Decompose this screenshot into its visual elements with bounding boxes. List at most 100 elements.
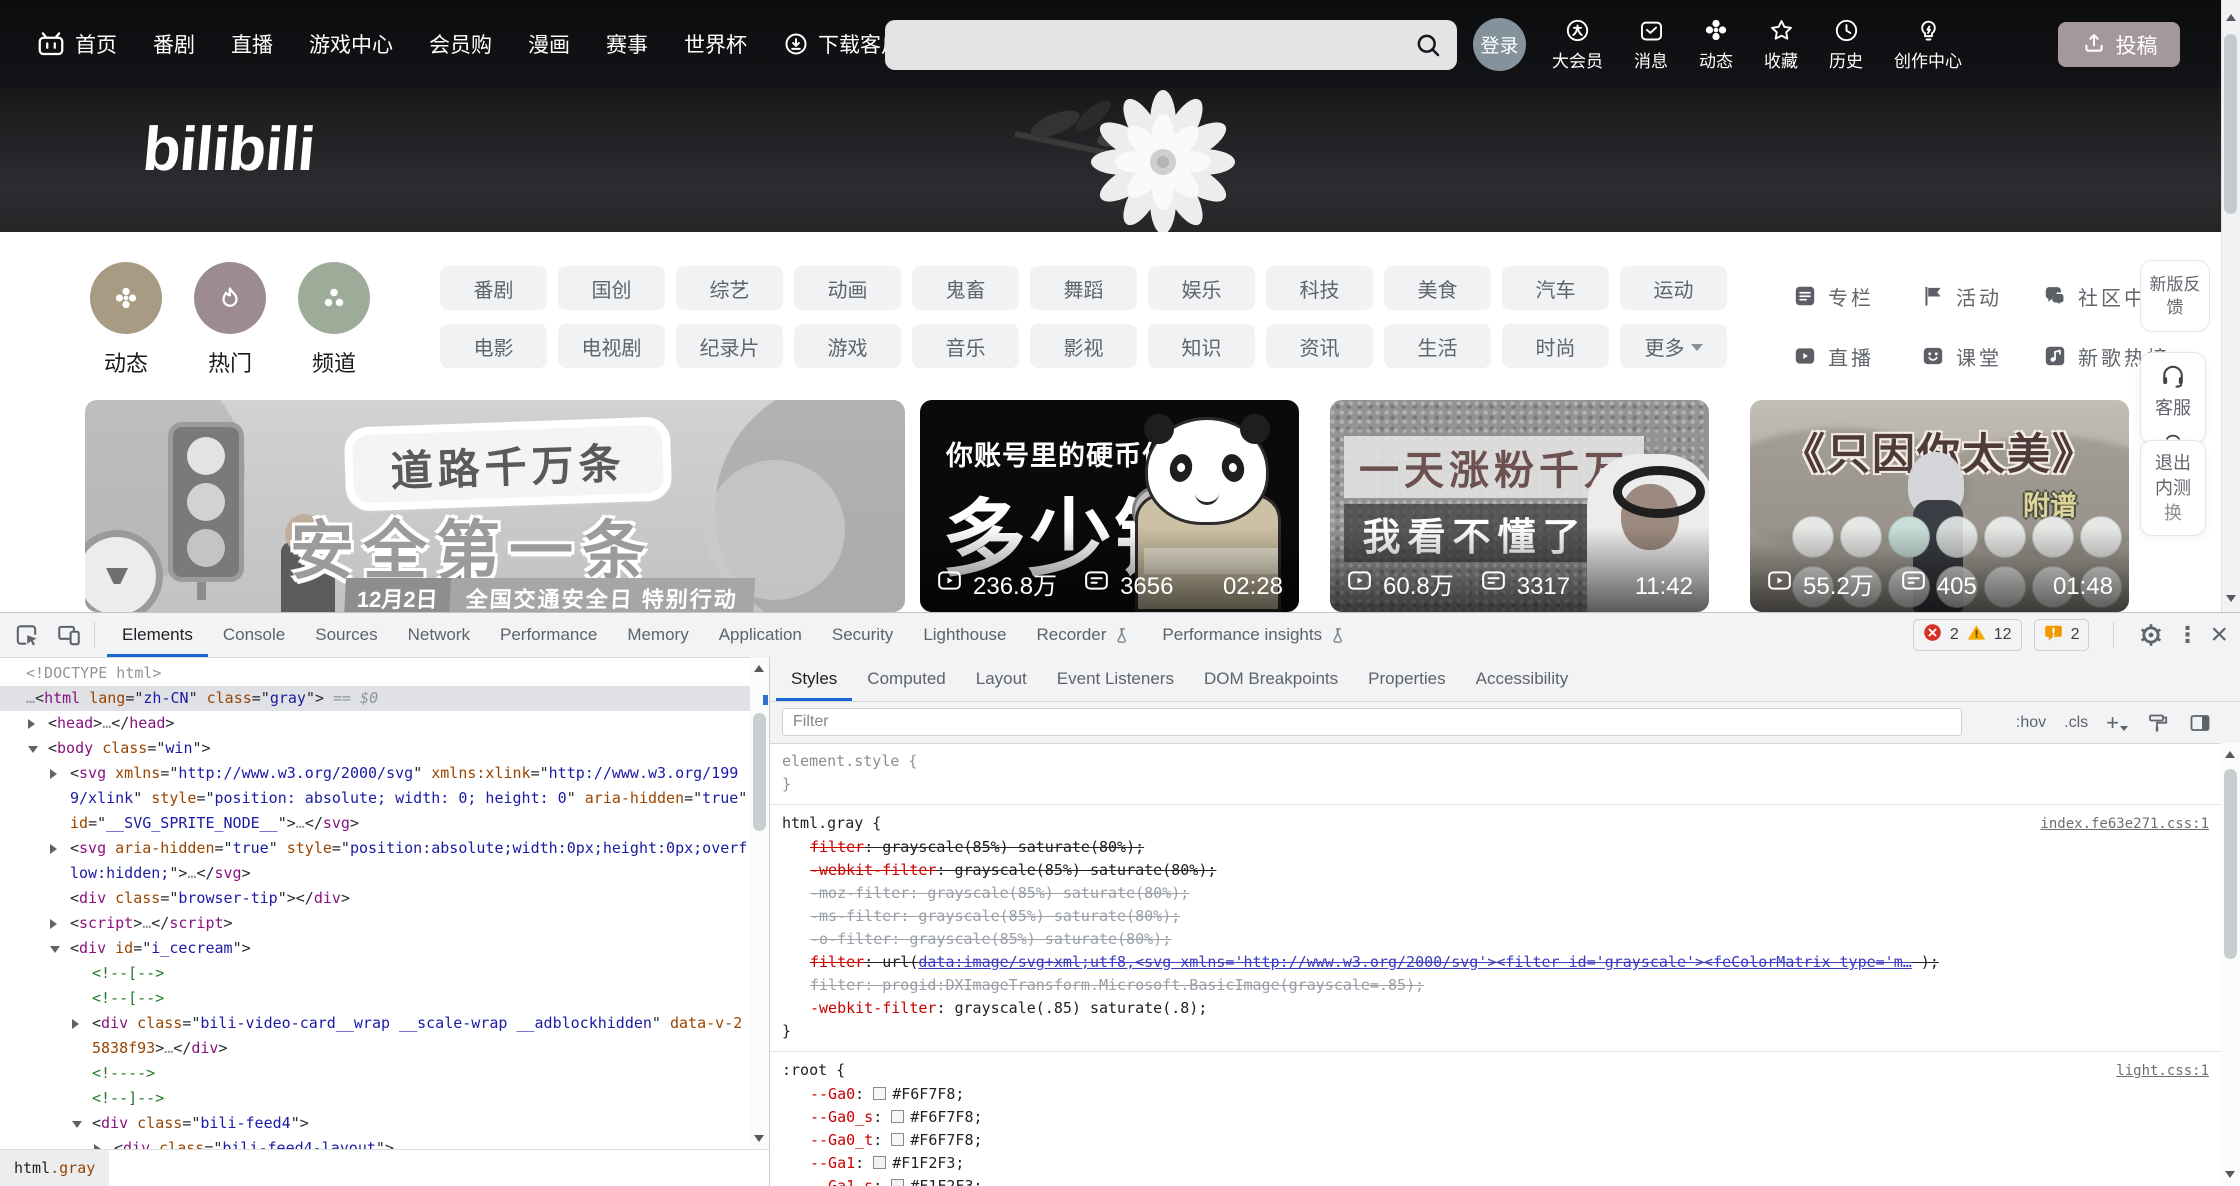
customer-service-button[interactable]: 客服 <box>2140 352 2206 444</box>
category-button-知识[interactable]: 知识 <box>1148 324 1255 368</box>
stylesheet-link[interactable]: light.css:1 <box>2116 1060 2209 1083</box>
scroll-down-icon[interactable] <box>2226 595 2236 602</box>
channel-动态[interactable]: 动态 <box>88 262 164 378</box>
scroll-up-icon[interactable] <box>2225 751 2235 758</box>
category-button-影视[interactable]: 影视 <box>1030 324 1137 368</box>
nav-action-创作中心[interactable]: 创作中心 <box>1894 17 1962 72</box>
dom-tree-node[interactable]: <div class="bili-feed4-layout"> <box>0 1136 750 1149</box>
css-declaration[interactable]: --Ga1: #F1F2F3; <box>782 1152 2209 1175</box>
tab-recorder[interactable]: Recorder <box>1022 613 1148 657</box>
styles-filter-input[interactable] <box>782 708 1962 736</box>
category-button-美食[interactable]: 美食 <box>1384 266 1491 310</box>
site-banner[interactable]: bilibili <box>0 88 2240 232</box>
dom-tree-node[interactable]: <!--[--> <box>0 961 750 986</box>
dom-tree-node[interactable]: <div class="bili-video-card__wrap __scal… <box>0 1011 750 1061</box>
category-button-国创[interactable]: 国创 <box>558 266 665 310</box>
category-button-鬼畜[interactable]: 鬼畜 <box>912 266 1019 310</box>
category-button-电视剧[interactable]: 电视剧 <box>558 324 665 368</box>
dom-tree-node[interactable]: <head>…</head> <box>0 711 750 736</box>
dom-tree-node[interactable]: <div class="browser-tip"></div> <box>0 886 750 911</box>
breadcrumb-item-html[interactable]: html.gray <box>0 1150 109 1186</box>
tab-lighthouse[interactable]: Lighthouse <box>908 613 1021 657</box>
page-scrollbar[interactable] <box>2221 0 2240 612</box>
color-swatch[interactable] <box>891 1179 904 1186</box>
category-button-运动[interactable]: 运动 <box>1620 266 1727 310</box>
dom-tree-node[interactable]: <!--]--> <box>0 1086 750 1111</box>
nav-action-收藏[interactable]: 收藏 <box>1764 17 1798 72</box>
issues-badge[interactable]: 2 <box>2034 619 2090 651</box>
category-button-时尚[interactable]: 时尚 <box>1502 324 1609 368</box>
nav-item-首页[interactable]: 首页 <box>36 29 117 59</box>
dom-tree-node[interactable]: <!----> <box>0 1061 750 1086</box>
quick-link-直播[interactable]: 直播 <box>1792 326 1920 386</box>
dom-tree-node[interactable]: <script>…</script> <box>0 911 750 936</box>
inspect-element-icon[interactable] <box>14 622 40 648</box>
expand-arrow-icon[interactable] <box>50 919 57 929</box>
tab-event-listeners[interactable]: Event Listeners <box>1042 657 1189 701</box>
tab-application[interactable]: Application <box>704 613 817 657</box>
expand-arrow-icon[interactable] <box>28 719 35 729</box>
collapse-arrow-icon[interactable] <box>50 946 60 953</box>
nav-action-消息[interactable]: 消息 <box>1634 17 1668 72</box>
scroll-up-icon[interactable] <box>754 665 764 672</box>
video-card[interactable]: 一天涨粉千万 我看不懂了 60.8万 3317 11:42 <box>1330 400 1709 612</box>
exit-beta-button[interactable]: 退出 内测 换 <box>2140 440 2206 536</box>
tab-properties[interactable]: Properties <box>1353 657 1460 701</box>
color-swatch[interactable] <box>891 1133 904 1146</box>
nav-item-会员购[interactable]: 会员购 <box>429 29 492 59</box>
tab-computed[interactable]: Computed <box>852 657 960 701</box>
category-button-更多[interactable]: 更多 <box>1620 324 1727 368</box>
category-button-电影[interactable]: 电影 <box>440 324 547 368</box>
nav-action-大会员[interactable]: 大会员 <box>1552 17 1603 72</box>
channel-热门[interactable]: 热门 <box>192 262 268 378</box>
nav-item-漫画[interactable]: 漫画 <box>528 29 570 59</box>
device-toolbar-icon[interactable] <box>56 622 82 648</box>
dom-tree-node[interactable]: <div class="bili-feed4"> <box>0 1111 750 1136</box>
collapse-arrow-icon[interactable] <box>28 746 38 753</box>
nav-item-世界杯[interactable]: 世界杯 <box>684 29 747 59</box>
rule-selector[interactable]: html.gray { <box>782 812 881 835</box>
expand-arrow-icon[interactable] <box>50 844 57 854</box>
color-swatch[interactable] <box>873 1156 886 1169</box>
category-button-番剧[interactable]: 番剧 <box>440 266 547 310</box>
category-button-舞蹈[interactable]: 舞蹈 <box>1030 266 1137 310</box>
category-button-资讯[interactable]: 资讯 <box>1266 324 1373 368</box>
css-declaration[interactable]: --Ga0_t: #F6F7F8; <box>782 1129 2209 1152</box>
category-button-综艺[interactable]: 综艺 <box>676 266 783 310</box>
scroll-up-icon[interactable] <box>2226 14 2236 21</box>
sidebar-position-icon[interactable] <box>2188 711 2212 735</box>
css-declaration[interactable]: filter: progid:DXImageTransform.Microsof… <box>782 974 2209 997</box>
quick-link-活动[interactable]: 活动 <box>1920 266 2042 326</box>
tab-sources[interactable]: Sources <box>300 613 392 657</box>
data-uri-link[interactable]: data:image/svg+xml;utf8,<svg xmlns='http… <box>918 953 1911 971</box>
dom-tree-node[interactable]: <body class="win"> <box>0 736 750 761</box>
upload-button[interactable]: 投稿 <box>2058 22 2180 67</box>
feedback-button[interactable]: 新版反馈 <box>2140 260 2210 332</box>
category-button-科技[interactable]: 科技 <box>1266 266 1373 310</box>
tab-layout[interactable]: Layout <box>961 657 1042 701</box>
css-declaration[interactable]: filter: url(data:image/svg+xml;utf8,<svg… <box>782 951 2209 974</box>
nav-action-历史[interactable]: 历史 <box>1829 17 1863 72</box>
quick-link-专栏[interactable]: 专栏 <box>1792 266 1920 326</box>
tab-styles[interactable]: Styles <box>776 657 852 701</box>
category-button-动画[interactable]: 动画 <box>794 266 901 310</box>
css-declaration[interactable]: --Ga0_s: #F6F7F8; <box>782 1106 2209 1129</box>
styles-scrollbar-thumb[interactable] <box>2224 769 2237 959</box>
bilibili-logo[interactable]: bilibili <box>140 114 317 185</box>
video-card[interactable]: 《只因你太美》 附谱 55.2万 405 01:48 <box>1750 400 2129 612</box>
css-declaration[interactable]: -webkit-filter: grayscale(85%) saturate(… <box>782 859 2209 882</box>
category-button-音乐[interactable]: 音乐 <box>912 324 1019 368</box>
rule-selector[interactable]: element.style { <box>782 750 917 773</box>
nav-item-游戏中心[interactable]: 游戏中心 <box>309 29 393 59</box>
color-swatch[interactable] <box>891 1110 904 1123</box>
tab-network[interactable]: Network <box>393 613 485 657</box>
toggle-hov[interactable]: :hov <box>2016 714 2046 732</box>
css-declaration[interactable]: -webkit-filter: grayscale(.85) saturate(… <box>782 997 2209 1020</box>
css-declaration[interactable]: --Ga1_s: #F1F2F3; <box>782 1175 2209 1186</box>
css-declaration[interactable]: -moz-filter: grayscale(85%) saturate(80%… <box>782 882 2209 905</box>
tab-security[interactable]: Security <box>817 613 908 657</box>
stylesheet-link[interactable]: index.fe63e271.css:1 <box>2040 813 2209 836</box>
expand-arrow-icon[interactable] <box>72 1019 79 1029</box>
nav-action-动态[interactable]: 动态 <box>1699 16 1733 72</box>
expand-arrow-icon[interactable] <box>50 769 57 779</box>
